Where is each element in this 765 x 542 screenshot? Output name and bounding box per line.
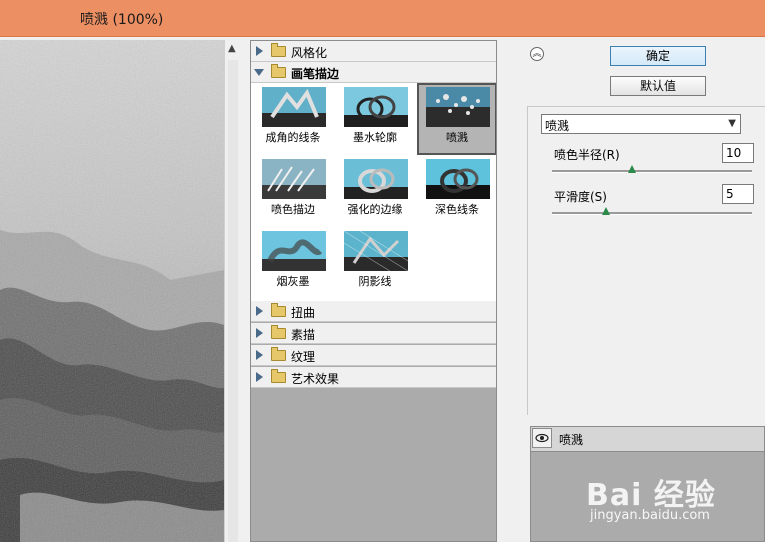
folder-icon (271, 347, 286, 361)
filter-thumb-spatter[interactable]: 喷溅 (417, 83, 496, 155)
folder-icon (271, 303, 286, 317)
thumb-image (262, 231, 326, 271)
filter-select[interactable]: 喷溅 ▼ (541, 114, 741, 134)
smoothness-input[interactable]: 5 (722, 184, 754, 204)
thumb-image (344, 87, 408, 127)
thumb-image (344, 159, 408, 199)
thumb-image (426, 87, 490, 127)
smoothness-slider-track[interactable] (552, 212, 752, 215)
category-distort[interactable]: 扭曲 (251, 301, 496, 322)
filter-select-value: 喷溅 (545, 119, 570, 133)
thumbnail-grid: 成角的线条 墨水轮廓 喷溅 喷色描边 强化的边缘 深色线条 烟灰墨 阴影线 (251, 83, 496, 301)
baidu-jingyan-watermark: Bai 经验 jingyan.baidu.com (586, 460, 765, 530)
thumb-image (344, 231, 408, 271)
category-label: 扭曲 (291, 306, 316, 320)
chevron-down-icon[interactable]: ▼ (728, 118, 736, 129)
filter-thumb-accented-edges[interactable]: 强化的边缘 (335, 155, 415, 227)
category-label: 素描 (291, 328, 316, 342)
preview-canvas[interactable] (0, 40, 224, 542)
folder-icon (271, 43, 286, 57)
filter-thumb-crosshatch[interactable]: 阴影线 (335, 227, 415, 299)
spray-radius-input[interactable]: 10 (722, 143, 754, 163)
thumb-label: 阴影线 (358, 275, 392, 288)
folder-open-icon (271, 64, 286, 78)
window-titlebar: 喷溅 (100%) (0, 0, 765, 37)
effect-layer-row[interactable]: 喷溅 (531, 427, 764, 452)
folder-icon (271, 369, 286, 383)
collapse-gallery-chevron-icon[interactable]: ︽ (530, 47, 544, 61)
filter-thumb-angled-strokes[interactable]: 成角的线条 (253, 83, 333, 155)
spray-radius-slider-track[interactable] (552, 170, 752, 173)
window-title: 喷溅 (100%) (80, 12, 164, 28)
category-stylize[interactable]: 风格化 (251, 41, 496, 62)
preview-vertical-scrollbar[interactable]: ▲ (224, 40, 241, 542)
category-label: 纹理 (291, 350, 316, 364)
thumb-image (262, 159, 326, 199)
expand-arrow-icon[interactable] (256, 350, 263, 360)
expand-arrow-icon[interactable] (256, 306, 263, 316)
scrollbar-track[interactable] (228, 60, 238, 542)
collapse-arrow-icon[interactable] (254, 69, 264, 76)
thumb-label: 成角的线条 (265, 131, 321, 144)
filter-thumb-ink-outlines[interactable]: 墨水轮廓 (335, 83, 415, 155)
category-artistic[interactable]: 艺术效果 (251, 367, 496, 388)
category-label: 风格化 (291, 46, 328, 60)
thumb-image (426, 159, 490, 199)
spray-radius-slider-handle[interactable] (628, 165, 636, 173)
filter-thumb-sumi-e[interactable]: 烟灰墨 (253, 227, 333, 299)
thumb-label: 烟灰墨 (276, 275, 310, 288)
smoothness-label: 平滑度(S) (554, 190, 607, 204)
filter-thumb-sprayed-strokes[interactable]: 喷色描边 (253, 155, 333, 227)
thumb-label: 深色线条 (435, 203, 479, 216)
spray-radius-label: 喷色半径(R) (554, 148, 620, 162)
category-sketch[interactable]: 素描 (251, 323, 496, 344)
folder-icon (271, 325, 286, 339)
category-texture[interactable]: 纹理 (251, 345, 496, 366)
category-brush-strokes[interactable]: 画笔描边 (251, 62, 496, 83)
effect-layer-name: 喷溅 (559, 433, 584, 447)
preview-image (0, 40, 224, 542)
ok-button[interactable]: 确定 (610, 46, 706, 66)
default-button[interactable]: 默认值 (610, 76, 706, 96)
thumb-label: 喷溅 (446, 131, 468, 144)
filter-gallery: 风格化 画笔描边 成角的线条 墨水轮廓 喷溅 喷色描边 强化的边缘 深色线条 烟… (250, 40, 497, 542)
thumb-label: 墨水轮廓 (353, 131, 397, 144)
watermark-url: jingyan.baidu.com (590, 508, 710, 523)
expand-arrow-icon[interactable] (256, 372, 263, 382)
category-label: 画笔描边 (291, 67, 340, 81)
thumb-label: 喷色描边 (271, 203, 315, 216)
eye-icon[interactable] (532, 428, 552, 448)
scroll-up-arrow-icon[interactable]: ▲ (228, 44, 236, 54)
smoothness-slider-handle[interactable] (602, 207, 610, 215)
category-label: 艺术效果 (291, 372, 340, 386)
thumb-image (262, 87, 326, 127)
filter-thumb-dark-strokes[interactable]: 深色线条 (417, 155, 496, 227)
expand-arrow-icon[interactable] (256, 328, 263, 338)
thumb-label: 强化的边缘 (347, 203, 403, 216)
expand-arrow-icon[interactable] (256, 46, 263, 56)
